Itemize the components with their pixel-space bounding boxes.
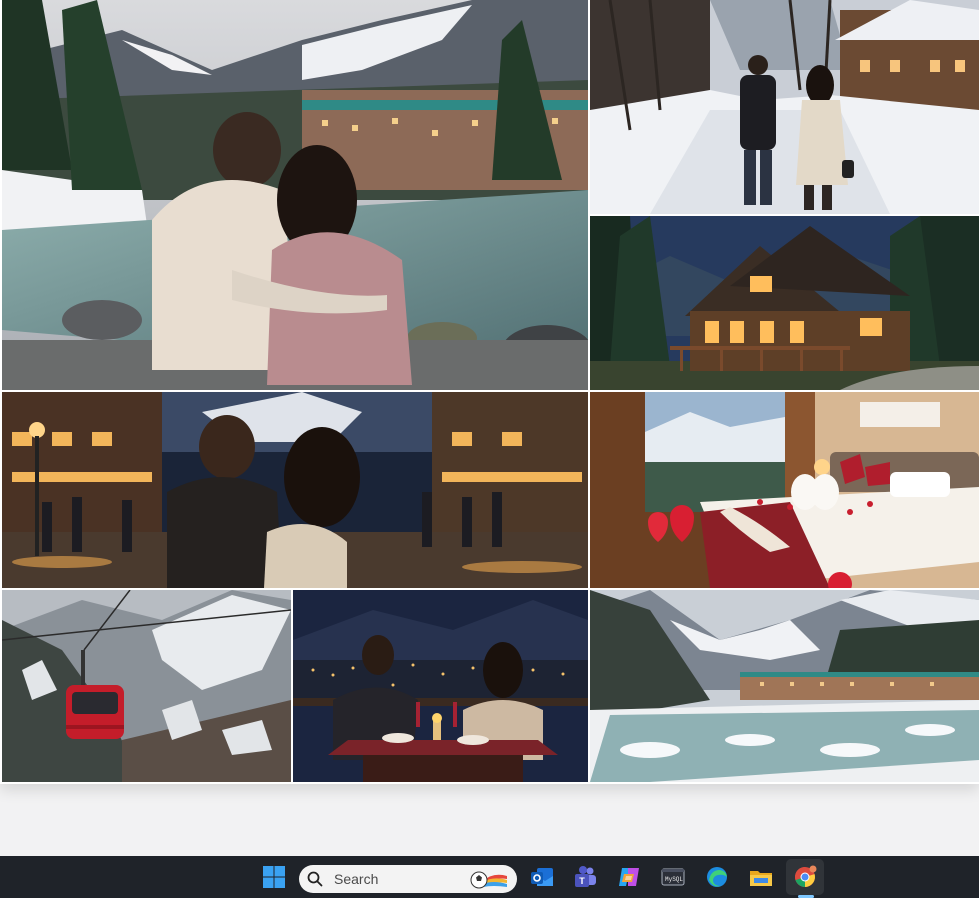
snowy-valley-river-photo[interactable] — [590, 590, 979, 782]
windows-start-icon[interactable] — [258, 861, 290, 893]
candlelight-dinner-photo[interactable] — [293, 590, 588, 782]
decorated-honeymoon-bed-photo[interactable] — [590, 392, 979, 588]
chrome-icon[interactable] — [789, 861, 821, 893]
svg-text:T: T — [579, 876, 585, 886]
photo-collage — [0, 0, 979, 784]
search-icon — [307, 871, 323, 887]
cable-car-photo[interactable] — [2, 590, 291, 782]
search-placeholder: Search — [334, 871, 379, 887]
couple-street-night-photo[interactable] — [2, 392, 588, 588]
search-highlight-soccer-icon — [469, 868, 507, 890]
wooden-cottage-night-photo[interactable] — [590, 216, 979, 390]
teams-icon[interactable]: T — [569, 861, 601, 893]
taskbar: Search T MySQL — [0, 856, 979, 898]
couple-by-river-photo[interactable] — [2, 0, 588, 390]
edge-icon[interactable] — [701, 861, 733, 893]
search-input[interactable]: Search — [299, 865, 517, 893]
screen: Search T MySQL — [0, 0, 979, 898]
svg-text:MySQL: MySQL — [665, 876, 683, 883]
outlook-icon[interactable] — [526, 861, 558, 893]
copilot-icon[interactable] — [613, 861, 645, 893]
terminal-icon[interactable]: MySQL — [657, 861, 689, 893]
couple-walking-snow-photo[interactable] — [590, 0, 979, 214]
file-explorer-icon[interactable] — [745, 861, 777, 893]
